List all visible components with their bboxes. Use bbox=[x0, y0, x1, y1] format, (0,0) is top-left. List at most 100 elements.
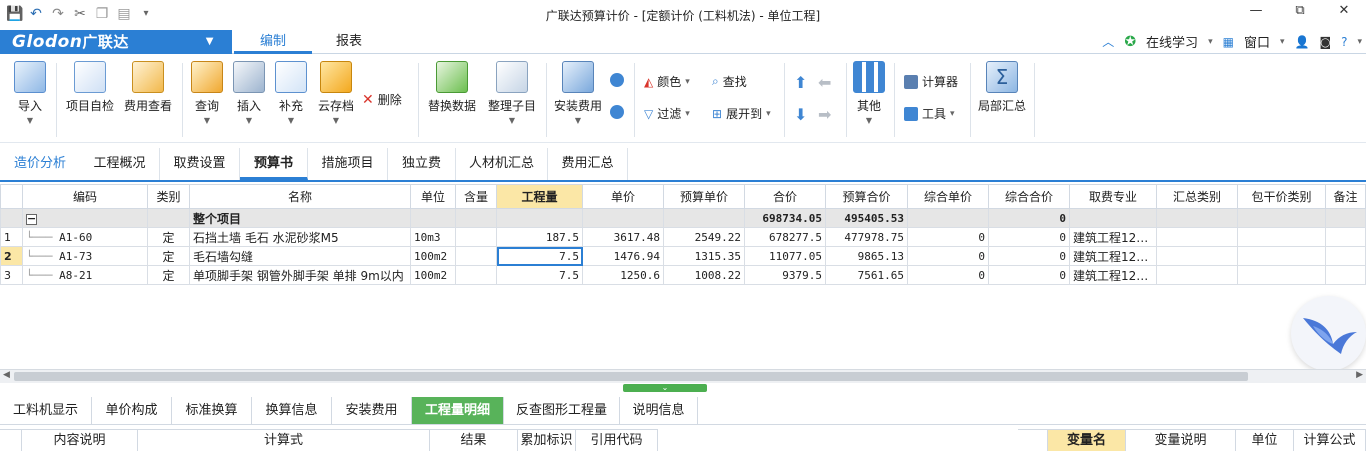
summary-type-cell[interactable] bbox=[1156, 265, 1238, 285]
scroll-left-icon[interactable]: ◀ bbox=[3, 370, 10, 380]
scroll-right-icon[interactable]: ▶ bbox=[1356, 370, 1363, 380]
column-header[interactable]: 备注 bbox=[1325, 184, 1366, 209]
column-header[interactable]: 综合单价 bbox=[907, 184, 989, 209]
comp-price-cell[interactable]: 0 bbox=[907, 265, 989, 285]
help-icon[interactable]: ? bbox=[1341, 35, 1347, 49]
total-cell[interactable]: 9379.5 bbox=[744, 265, 826, 285]
summary-type-cell[interactable] bbox=[1156, 246, 1238, 266]
fee-circle-icon[interactable] bbox=[610, 105, 624, 119]
partial-summary-button[interactable]: Σ 局部汇总 bbox=[976, 61, 1028, 114]
move-left-button[interactable]: ⬅ bbox=[818, 73, 831, 92]
type-cell[interactable]: 定 bbox=[147, 246, 190, 266]
comp-price-cell[interactable]: 0 bbox=[907, 227, 989, 247]
tab-budget-book[interactable]: 预算书 bbox=[240, 148, 308, 180]
name-cell[interactable]: 石挡土墙 毛石 水泥砂浆M5 bbox=[189, 227, 411, 247]
horizontal-scrollbar[interactable]: ◀ ▶ bbox=[0, 369, 1366, 383]
total-cell[interactable]: 11077.05 bbox=[744, 246, 826, 266]
install-fee-button[interactable]: 安装费用 ▼ bbox=[550, 61, 606, 125]
qty-cell-active[interactable]: 7.5 bbox=[496, 246, 583, 266]
profession-cell[interactable]: 建筑工程12… bbox=[1069, 246, 1157, 266]
column-header[interactable]: 变量说明 bbox=[1126, 429, 1236, 451]
budget-total-cell[interactable]: 9865.13 bbox=[825, 246, 908, 266]
unit-cell[interactable]: 100m2 bbox=[410, 265, 456, 285]
column-header[interactable]: 取费专业 bbox=[1069, 184, 1157, 209]
move-up-button[interactable]: ⬆ bbox=[794, 73, 807, 92]
qty-cell[interactable]: 187.5 bbox=[496, 227, 583, 247]
supplement-button[interactable]: 补充 ▼ bbox=[272, 61, 310, 125]
table-row[interactable]: 1 └─── A1-60 定 石挡土墙 毛石 水泥砂浆M5 10m3 187.5… bbox=[0, 227, 1366, 247]
column-header[interactable]: 名称 bbox=[189, 184, 411, 209]
row-number-cell[interactable]: 1 bbox=[0, 227, 23, 247]
tab-install-fee[interactable]: 安装费用 bbox=[332, 397, 412, 424]
code-cell[interactable]: └─── A8-21 bbox=[22, 265, 148, 285]
group-row[interactable]: − 整个项目 698734.05 495405.53 0 bbox=[0, 208, 1366, 228]
tab-measures[interactable]: 措施项目 bbox=[308, 148, 388, 180]
price-cell[interactable]: 1476.94 bbox=[582, 246, 664, 266]
collapse-icon[interactable]: − bbox=[26, 213, 37, 225]
budget-total-cell[interactable]: 477978.75 bbox=[825, 227, 908, 247]
content-cell[interactable] bbox=[455, 265, 497, 285]
unit-cell[interactable]: 10m3 bbox=[410, 227, 456, 247]
calculator-button[interactable]: 计算器 bbox=[904, 73, 958, 90]
close-button[interactable]: ✕ bbox=[1322, 0, 1366, 24]
name-cell[interactable]: 整个项目 bbox=[189, 208, 411, 228]
tab-project-overview[interactable]: 工程概况 bbox=[80, 148, 160, 180]
total-cell[interactable]: 678277.5 bbox=[744, 227, 826, 247]
comp-total-cell[interactable]: 0 bbox=[988, 265, 1070, 285]
comp-total-cell[interactable]: 0 bbox=[988, 227, 1070, 247]
remark-cell[interactable] bbox=[1325, 227, 1366, 247]
column-header[interactable]: 计算式 bbox=[138, 429, 430, 451]
column-header[interactable]: 编码 bbox=[22, 184, 148, 209]
tools-button[interactable]: 工具 ▾ bbox=[904, 105, 955, 122]
remark-cell[interactable] bbox=[1325, 265, 1366, 285]
price-cell[interactable]: 1250.6 bbox=[582, 265, 664, 285]
tab-labor-material-display[interactable]: 工料机显示 bbox=[0, 397, 92, 424]
dropdown-icon[interactable]: ▾ bbox=[1208, 37, 1213, 47]
row-number-cell[interactable]: 2 bbox=[0, 246, 23, 266]
package-type-cell[interactable] bbox=[1237, 246, 1326, 266]
column-header[interactable]: 合价 bbox=[744, 184, 826, 209]
name-cell[interactable]: 单项脚手架 钢管外脚手架 单排 9m以内 bbox=[189, 265, 411, 285]
tab-standard-conversion[interactable]: 标准换算 bbox=[172, 397, 252, 424]
import-button[interactable]: 导入 ▼ bbox=[10, 61, 50, 125]
assistant-bird-icon[interactable] bbox=[1291, 296, 1366, 371]
scrollbar-thumb[interactable] bbox=[14, 372, 1248, 381]
insert-button[interactable]: 插入 ▼ bbox=[230, 61, 268, 125]
tab-unit-price-composition[interactable]: 单价构成 bbox=[92, 397, 172, 424]
column-header[interactable]: 预算合价 bbox=[825, 184, 908, 209]
tab-description-info[interactable]: 说明信息 bbox=[620, 397, 698, 424]
online-learning-button[interactable]: 在线学习 bbox=[1146, 32, 1198, 51]
budget-price-cell[interactable]: 2549.22 bbox=[663, 227, 745, 247]
column-header[interactable]: 工程量 bbox=[496, 184, 583, 209]
column-header[interactable]: 预算单价 bbox=[663, 184, 745, 209]
chevron-up-icon[interactable]: ︿ bbox=[1102, 33, 1114, 50]
organize-button[interactable]: 整理子目 ▼ bbox=[484, 61, 540, 125]
table-row-selected[interactable]: 2 └─── A1-73 定 毛石墙勾缝 100m2 7.5 1476.94 1… bbox=[0, 246, 1366, 266]
column-header[interactable]: 综合合价 bbox=[988, 184, 1070, 209]
type-cell[interactable]: 定 bbox=[147, 227, 190, 247]
column-header[interactable]: 结果 bbox=[430, 429, 518, 451]
tab-quantity-detail[interactable]: 工程量明细 bbox=[412, 397, 504, 424]
code-cell[interactable]: └─── A1-60 bbox=[22, 227, 148, 247]
column-header[interactable]: 单位 bbox=[410, 184, 456, 209]
column-header[interactable]: 单位 bbox=[1236, 429, 1294, 451]
profession-cell[interactable]: 建筑工程12… bbox=[1069, 265, 1157, 285]
column-header[interactable]: 含量 bbox=[455, 184, 497, 209]
column-header[interactable]: 汇总类别 bbox=[1156, 184, 1238, 209]
restore-button[interactable]: ⧉ bbox=[1278, 0, 1322, 24]
replace-data-button[interactable]: 替换数据 bbox=[424, 61, 480, 114]
qty-cell[interactable]: 7.5 bbox=[496, 265, 583, 285]
move-right-button[interactable]: ➡ bbox=[818, 105, 831, 124]
remark-cell[interactable] bbox=[1325, 246, 1366, 266]
tab-labor-material-summary[interactable]: 人材机汇总 bbox=[456, 148, 548, 180]
comp-total-cell[interactable]: 0 bbox=[988, 246, 1070, 266]
query-button[interactable]: 查询 ▼ bbox=[188, 61, 226, 125]
comp-price-cell[interactable]: 0 bbox=[907, 246, 989, 266]
headset-icon[interactable]: ◙ bbox=[1319, 35, 1331, 49]
budget-price-cell[interactable]: 1315.35 bbox=[663, 246, 745, 266]
column-header[interactable]: 包干价类别 bbox=[1237, 184, 1326, 209]
filter-button[interactable]: ▽ 过滤 ▾ bbox=[644, 105, 690, 122]
tab-fee-summary[interactable]: 费用汇总 bbox=[548, 148, 628, 180]
unit-cell[interactable]: 100m2 bbox=[410, 246, 456, 266]
find-button[interactable]: ⌕ 查找 bbox=[712, 73, 747, 90]
